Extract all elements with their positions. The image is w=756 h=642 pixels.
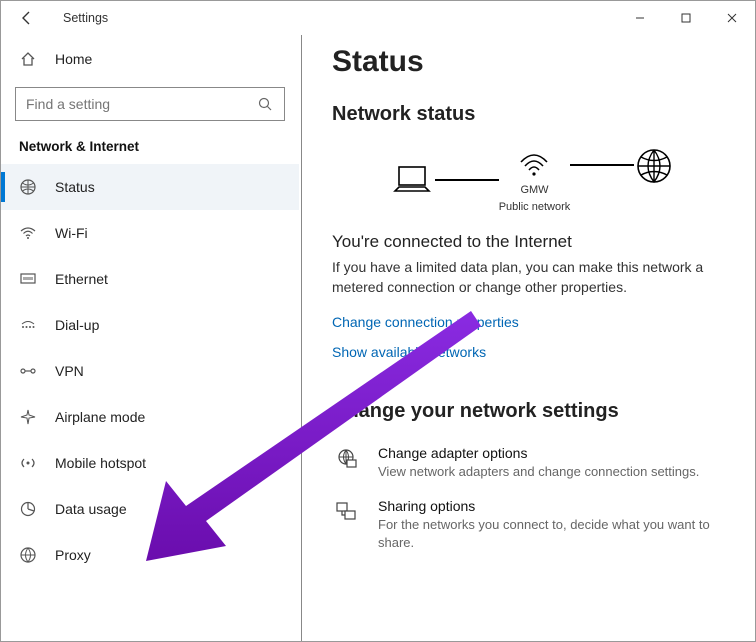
- sidebar-item-proxy[interactable]: Proxy: [1, 532, 299, 578]
- proxy-icon: [19, 546, 37, 564]
- wifi-icon: [19, 224, 37, 242]
- sidebar-item-label: Ethernet: [55, 271, 108, 287]
- sidebar-home-label: Home: [55, 51, 92, 67]
- titlebar: Settings: [1, 1, 755, 35]
- adapter-icon: [332, 445, 360, 481]
- sidebar-item-hotspot[interactable]: Mobile hotspot: [1, 440, 299, 486]
- network-diagram: GMW Public network: [332, 146, 731, 214]
- diagram-line: [570, 164, 634, 166]
- page-title: Status: [332, 45, 731, 79]
- sidebar-item-label: Status: [55, 179, 95, 195]
- sidebar-item-label: Wi-Fi: [55, 225, 88, 241]
- maximize-icon: [680, 12, 692, 24]
- minimize-button[interactable]: [617, 1, 663, 35]
- search-icon: [256, 96, 274, 112]
- sidebar-item-data-usage[interactable]: Data usage: [1, 486, 299, 532]
- airplane-icon: [19, 408, 37, 426]
- sidebar-item-wifi[interactable]: Wi-Fi: [1, 210, 299, 256]
- laptop-icon: [389, 161, 435, 199]
- link-connection-properties[interactable]: Change connection properties: [332, 314, 731, 330]
- search-box[interactable]: [15, 87, 285, 121]
- sidebar-item-vpn[interactable]: VPN: [1, 348, 299, 394]
- adapter-desc: View network adapters and change connect…: [378, 463, 731, 481]
- status-icon: [19, 178, 37, 196]
- network-status-heading: Network status: [332, 103, 731, 126]
- globe-icon: [634, 146, 674, 186]
- wifi-signal-icon: [515, 146, 553, 180]
- sidebar-item-label: Airplane mode: [55, 409, 145, 425]
- connected-body: If you have a limited data plan, you can…: [332, 258, 712, 297]
- sharing-label: Sharing options: [378, 498, 731, 514]
- sidebar-item-ethernet[interactable]: Ethernet: [1, 256, 299, 302]
- sidebar-item-label: Mobile hotspot: [55, 455, 146, 471]
- change-settings-heading: Change your network settings: [332, 400, 731, 423]
- sidebar-item-label: Dial-up: [55, 317, 99, 333]
- sidebar-nav: Status Wi-Fi Ethernet Dial-up: [1, 164, 299, 641]
- hotspot-icon: [19, 454, 37, 472]
- sidebar-item-label: VPN: [55, 363, 84, 379]
- diagram-ssid: GMW: [520, 184, 548, 197]
- sidebar-item-label: Proxy: [55, 547, 91, 563]
- sidebar-home[interactable]: Home: [1, 39, 299, 79]
- close-icon: [726, 12, 738, 24]
- minimize-icon: [634, 12, 646, 24]
- sharing-desc: For the networks you connect to, decide …: [378, 516, 731, 551]
- window-controls: [617, 1, 755, 35]
- diagram-net-type: Public network: [499, 201, 571, 214]
- ethernet-icon: [19, 270, 37, 288]
- search-input[interactable]: [26, 96, 256, 112]
- back-button[interactable]: [19, 10, 39, 26]
- change-adapter-options[interactable]: Change adapter options View network adap…: [332, 445, 731, 481]
- sidebar-item-label: Data usage: [55, 501, 127, 517]
- maximize-button[interactable]: [663, 1, 709, 35]
- data-usage-icon: [19, 500, 37, 518]
- link-available-networks[interactable]: Show available networks: [332, 344, 731, 360]
- close-button[interactable]: [709, 1, 755, 35]
- arrow-left-icon: [19, 10, 35, 26]
- window-title: Settings: [63, 11, 108, 25]
- vpn-icon: [19, 362, 37, 380]
- sidebar: Home Network & Internet Status Wi-Fi: [1, 35, 299, 641]
- diagram-line: [435, 179, 499, 181]
- connected-heading: You're connected to the Internet: [332, 232, 731, 252]
- sharing-icon: [332, 498, 360, 551]
- adapter-label: Change adapter options: [378, 445, 731, 461]
- sharing-options[interactable]: Sharing options For the networks you con…: [332, 498, 731, 551]
- main-content: Status Network status GMW Public network: [301, 35, 755, 641]
- home-icon: [19, 50, 37, 68]
- sidebar-category: Network & Internet: [1, 135, 299, 164]
- sidebar-item-airplane[interactable]: Airplane mode: [1, 394, 299, 440]
- sidebar-item-dialup[interactable]: Dial-up: [1, 302, 299, 348]
- dialup-icon: [19, 316, 37, 334]
- sidebar-item-status[interactable]: Status: [1, 164, 299, 210]
